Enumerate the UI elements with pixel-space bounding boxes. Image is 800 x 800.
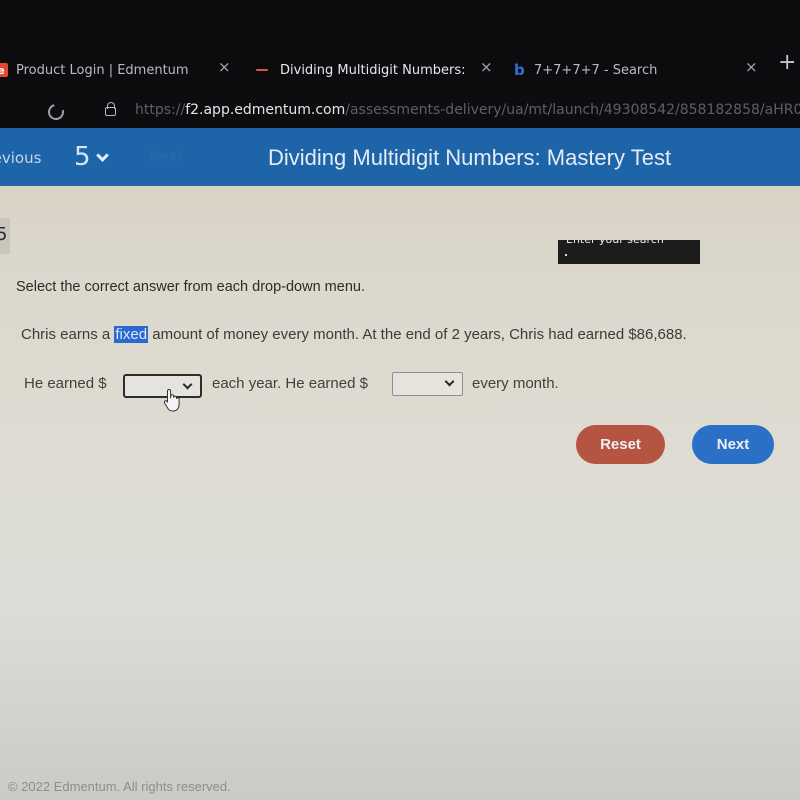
tab-search[interactable]: b 7+7+7+7 - Search <box>514 56 657 84</box>
address-bar[interactable]: https://f2.app.edmentum.com/assessments-… <box>135 102 800 118</box>
tab-dividing-multidigit[interactable]: Dividing Multidigit Numbers: M <box>256 56 470 84</box>
page-title: Dividing Multidigit Numbers: Mastery Tes… <box>268 145 672 170</box>
monthly-amount-dropdown[interactable] <box>392 372 463 396</box>
close-tab-icon[interactable]: × <box>745 58 758 76</box>
question-number: 5 <box>74 142 91 172</box>
chevron-down-icon <box>95 148 109 162</box>
header-next-button[interactable]: Next <box>150 149 183 165</box>
reset-button[interactable]: Reset <box>576 425 665 464</box>
problem-text-after: amount of money every month. At the end … <box>148 326 687 343</box>
tab-title: Product Login | Edmentum <box>16 62 189 78</box>
close-tab-icon[interactable]: × <box>480 58 493 76</box>
answer-text-1: He earned $ <box>24 375 107 392</box>
answer-text-2: each year. He earned $ <box>212 375 368 392</box>
instructions: Select the correct answer from each drop… <box>16 279 365 295</box>
edmentum-icon: e <box>0 63 8 77</box>
url-scheme: https:// <box>135 102 186 118</box>
question-side-number: 5 <box>0 224 8 245</box>
hand-cursor-icon <box>163 388 180 412</box>
tooltip-caret <box>565 254 567 256</box>
question-number-dropdown[interactable]: 5 <box>74 142 109 172</box>
url-host: f2.app.edmentum.com <box>185 102 346 118</box>
next-button[interactable]: Next <box>692 425 774 464</box>
bing-icon: b <box>514 61 525 79</box>
lock-icon[interactable] <box>105 102 116 116</box>
loading-dash-icon <box>256 69 268 71</box>
footer-copyright: © 2022 Edmentum. All rights reserved. <box>8 779 231 794</box>
tab-title: Dividing Multidigit Numbers: M <box>280 62 470 78</box>
tab-title: 7+7+7+7 - Search <box>534 62 658 78</box>
chevron-down-icon <box>444 376 455 387</box>
tab-product-login[interactable]: e Product Login | Edmentum <box>0 56 189 84</box>
search-tooltip: Enter your search <box>558 240 700 264</box>
search-tooltip-text: Enter your search <box>566 240 664 246</box>
problem-text-before: Chris earns a <box>21 326 115 343</box>
chevron-down-icon <box>182 379 193 390</box>
url-path: /assessments-delivery/ua/mt/launch/49308… <box>345 102 800 118</box>
problem-text: Chris earns a fixed amount of money ever… <box>21 326 687 343</box>
new-tab-button[interactable]: + <box>778 50 796 75</box>
answer-text-3: every month. <box>472 375 559 392</box>
previous-button[interactable]: Previous <box>0 149 41 167</box>
close-tab-icon[interactable]: × <box>218 58 231 76</box>
highlighted-word: fixed <box>114 326 149 343</box>
reload-icon[interactable] <box>45 101 67 123</box>
